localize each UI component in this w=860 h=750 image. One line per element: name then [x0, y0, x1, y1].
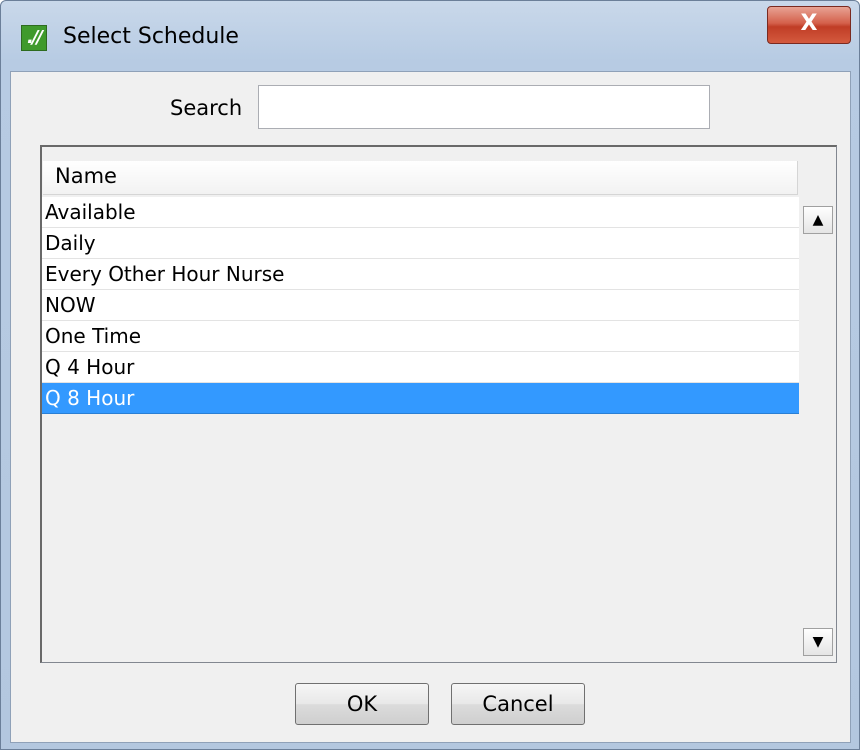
title-bar[interactable]: .// Select Schedule X — [1, 1, 859, 71]
list-item-selected[interactable]: Q 8 Hour — [42, 383, 799, 414]
list-item[interactable]: Every Other Hour Nurse — [42, 259, 799, 290]
list-item[interactable]: Q 4 Hour — [42, 352, 799, 383]
window-title: Select Schedule — [63, 24, 239, 49]
schedule-rows: Available Daily Every Other Hour Nurse N… — [42, 197, 799, 414]
list-item[interactable]: Available — [42, 197, 799, 228]
search-input[interactable] — [258, 85, 710, 129]
scroll-down-button[interactable]: ▼ — [803, 628, 833, 656]
ok-button[interactable]: OK — [295, 683, 429, 725]
close-icon: X — [800, 11, 818, 36]
scroll-down-arrow-icon: ▼ — [812, 634, 824, 650]
scroll-up-button[interactable]: ▲ — [803, 206, 833, 234]
dialog-content: Search Name Available Daily Every Other … — [10, 71, 851, 743]
column-header-name[interactable]: Name — [43, 161, 798, 195]
list-item[interactable]: One Time — [42, 321, 799, 352]
close-button[interactable]: X — [767, 6, 851, 44]
vertical-scrollbar[interactable]: ▲ ▼ — [802, 201, 833, 658]
search-label: Search — [170, 96, 243, 120]
app-logo-icon: .// — [21, 25, 47, 51]
list-item[interactable]: NOW — [42, 290, 799, 321]
schedule-list: Name Available Daily Every Other Hour Nu… — [40, 145, 837, 663]
select-schedule-dialog: .// Select Schedule X Search Name Availa… — [0, 0, 860, 750]
column-header-label: Name — [55, 164, 117, 188]
cancel-button[interactable]: Cancel — [451, 683, 585, 725]
list-item[interactable]: Daily — [42, 228, 799, 259]
scroll-up-arrow-icon: ▲ — [812, 212, 824, 228]
